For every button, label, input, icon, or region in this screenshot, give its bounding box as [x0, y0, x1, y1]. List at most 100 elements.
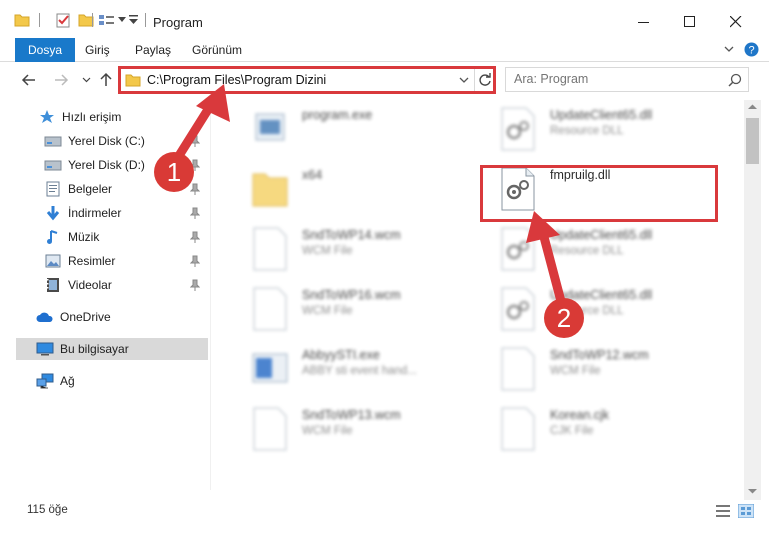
list-item[interactable]: SndToWP14.wcm WCM File [232, 220, 472, 276]
download-icon [44, 204, 62, 222]
sidebar-item-downloads[interactable]: İndirmeler [16, 202, 208, 224]
sidebar-item-label: OneDrive [60, 310, 111, 324]
list-item[interactable]: SndToWP16.wcm WCM File [232, 280, 472, 336]
cloud-icon [36, 308, 54, 326]
sidebar-item-label: Müzik [68, 230, 100, 244]
sidebar-item-this-pc[interactable]: Bu bilgisayar [16, 338, 208, 360]
pin-icon[interactable] [190, 207, 200, 219]
file-list: program.exe UpdateClient65.dll Resource … [212, 100, 742, 490]
list-item[interactable]: UpdateClient65.dll Resource DLL [480, 280, 720, 336]
scroll-up-icon[interactable] [748, 104, 757, 110]
pin-icon[interactable] [190, 255, 200, 267]
list-item[interactable]: AbbyySTI.exe ABBY sti event hand... [232, 340, 472, 396]
search-box[interactable] [505, 67, 749, 92]
file-name: SndToWP16.wcm [302, 288, 401, 302]
sidebar-item-network[interactable]: Ağ [16, 370, 208, 392]
close-icon [730, 16, 742, 28]
customize-toolbar-icon[interactable] [129, 14, 139, 26]
generic-file-icon [501, 407, 535, 451]
folder-icon [14, 14, 30, 27]
videos-icon [44, 276, 62, 294]
recent-locations-icon[interactable] [82, 77, 91, 83]
list-item[interactable]: program.exe [232, 100, 472, 156]
tab-home[interactable]: Giriş [73, 38, 122, 62]
help-icon[interactable]: ? [744, 42, 759, 57]
tab-view[interactable]: Görünüm [180, 38, 254, 62]
sidebar-item-label: Yerel Disk (D:) [68, 158, 145, 172]
chevron-down-icon[interactable] [118, 17, 126, 23]
file-type: CJK File [550, 425, 594, 437]
dll-file-icon [501, 107, 535, 151]
minimize-icon [638, 22, 649, 23]
list-item[interactable]: SndToWP13.wcm WCM File [232, 400, 472, 456]
generic-file-icon [501, 347, 535, 391]
drive-icon [44, 156, 62, 174]
sidebar-item-label: Yerel Disk (C:) [68, 134, 145, 148]
status-bar: 115 öğe [0, 500, 769, 522]
drive-icon [44, 132, 62, 150]
svg-text:?: ? [748, 45, 754, 57]
sidebar-item-videos[interactable]: Videolar [16, 274, 208, 296]
generic-file-icon [253, 287, 287, 331]
file-type: WCM File [302, 245, 353, 257]
back-arrow-icon[interactable] [20, 73, 36, 87]
properties-icon[interactable] [56, 13, 71, 28]
list-item[interactable]: SndToWP12.wcm WCM File [480, 340, 720, 396]
list-item[interactable]: UpdateClient65.dll Resource DLL [480, 220, 720, 276]
search-icon[interactable] [728, 73, 742, 87]
minimize-button[interactable] [621, 8, 667, 36]
ribbon-tabs: Dosya Giriş Paylaş Görünüm ? [0, 38, 769, 62]
generic-file-icon [253, 227, 287, 271]
pin-icon[interactable] [190, 279, 200, 291]
sidebar-item-label: Videolar [68, 278, 112, 292]
list-item[interactable]: Korean.cjk CJK File [480, 400, 720, 456]
generic-file-icon [253, 407, 287, 451]
network-icon [36, 372, 54, 390]
exe-file-icon [255, 113, 285, 141]
forward-arrow-icon[interactable] [54, 73, 70, 87]
tab-share[interactable]: Paylaş [123, 38, 183, 62]
file-name: AbbyySTI.exe [302, 348, 380, 362]
maximize-icon [684, 16, 695, 27]
file-name: program.exe [302, 108, 373, 122]
expand-ribbon-icon[interactable] [724, 46, 734, 54]
up-arrow-icon[interactable] [99, 72, 113, 87]
sidebar-item-onedrive[interactable]: OneDrive [16, 306, 208, 328]
tab-file[interactable]: Dosya [15, 38, 76, 62]
window-title: Program [153, 15, 203, 30]
sidebar-item-label: Ağ [60, 374, 75, 388]
item-count: 115 öğe [27, 504, 68, 516]
sidebar-item-label: Resimler [68, 254, 116, 268]
large-icons-view-icon[interactable] [738, 504, 754, 518]
file-type: Resource DLL [550, 125, 624, 137]
scroll-down-icon[interactable] [748, 489, 757, 495]
file-name: SndToWP14.wcm [302, 228, 401, 242]
sidebar-item-pictures[interactable]: Resimler [16, 250, 208, 272]
list-item[interactable]: UpdateClient65.dll Resource DLL [480, 100, 720, 156]
list-item[interactable]: x64 [232, 160, 472, 216]
folder-icon [252, 173, 288, 207]
sidebar-item-label: Belgeler [68, 182, 113, 196]
maximize-button[interactable] [667, 8, 713, 36]
view-options-icon[interactable] [98, 14, 116, 27]
star-icon [38, 108, 56, 126]
vertical-scrollbar[interactable] [744, 100, 761, 500]
computer-icon [36, 340, 54, 358]
close-button[interactable] [713, 8, 759, 36]
pictures-icon [44, 252, 62, 270]
search-input[interactable] [514, 72, 714, 86]
file-type: WCM File [302, 425, 353, 437]
sidebar-item-label: İndirmeler [68, 206, 122, 220]
title-bar: Program [0, 0, 769, 38]
file-name: x64 [302, 168, 323, 182]
scrollbar-thumb[interactable] [746, 118, 759, 164]
file-type: WCM File [550, 365, 601, 377]
sidebar-item-label: Bu bilgisayar [60, 342, 129, 356]
pin-icon[interactable] [190, 231, 200, 243]
music-icon [44, 228, 62, 246]
documents-icon [44, 180, 62, 198]
file-name: SndToWP13.wcm [302, 408, 401, 422]
details-view-icon[interactable] [716, 505, 730, 517]
sidebar-item-music[interactable]: Müzik [16, 226, 208, 248]
sidebar-item-label: Hızlı erişim [62, 110, 122, 124]
